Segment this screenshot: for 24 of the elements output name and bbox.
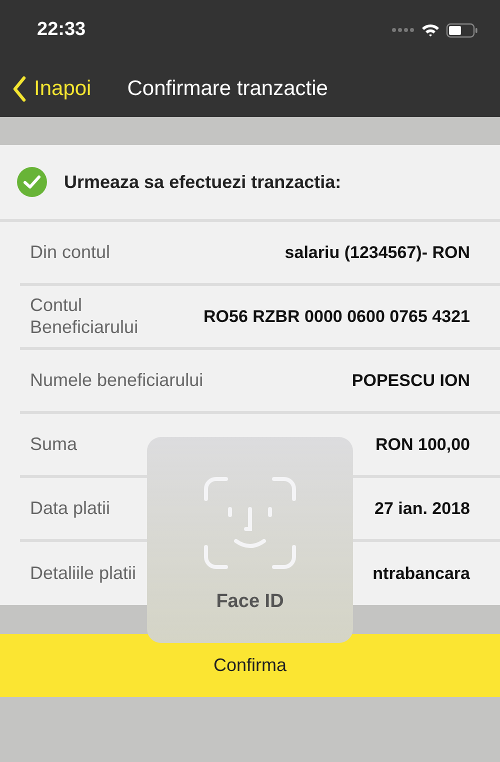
field-label: Contul Beneficiarului: [30, 294, 140, 338]
field-value: POPESCU ION: [352, 370, 470, 390]
check-circle-icon: [16, 166, 48, 198]
wifi-icon: [421, 23, 440, 37]
field-label: Suma: [30, 434, 78, 456]
field-value: ntrabancara: [372, 564, 470, 584]
confirm-button[interactable]: Confirma: [0, 634, 500, 697]
field-value: salariu (1234567)- RON: [284, 242, 470, 262]
signal-icon: [391, 27, 415, 33]
chevron-left-icon: [12, 76, 26, 102]
field-value: RO56 RZBR 0000 0600 0765 4321: [203, 306, 470, 326]
field-label: Detaliile platii: [30, 562, 136, 584]
field-value: 27 ian. 2018: [374, 498, 470, 518]
field-label: Data platii: [30, 498, 110, 520]
confirmation-heading: Urmeaza sa efectuezi tranzactia:: [64, 172, 342, 192]
battery-icon: [446, 22, 478, 38]
face-id-icon: [204, 477, 296, 569]
field-value: RON 100,00: [376, 434, 470, 454]
face-id-label: Face ID: [216, 591, 284, 613]
screen-title: Confirmare tranzactie: [127, 76, 328, 100]
field-label: Din contul: [30, 242, 110, 264]
field-label: Numele beneficiarului: [30, 370, 204, 392]
status-time: 22:33: [37, 19, 86, 41]
back-button[interactable]: Inapoi: [12, 76, 92, 102]
